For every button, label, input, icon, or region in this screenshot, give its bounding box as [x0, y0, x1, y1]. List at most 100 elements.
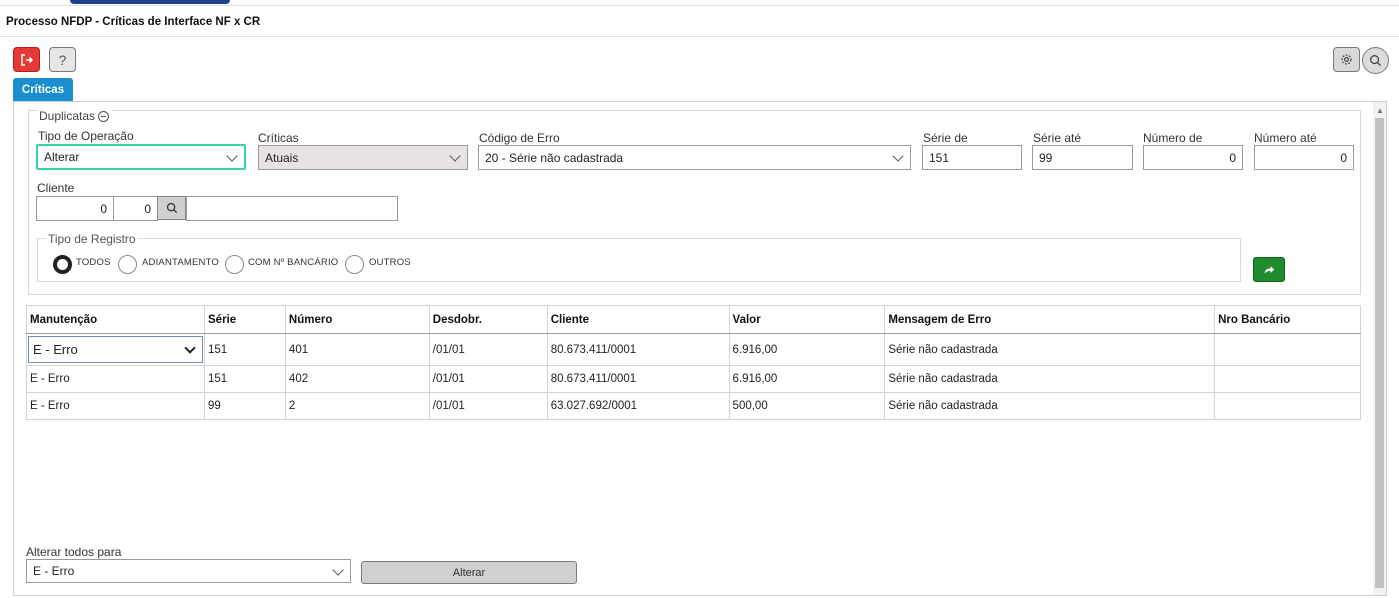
table-row[interactable]: E - Erro 151 401 /01/01 80.673.411/0001 …	[26, 333, 1361, 366]
cell-nro-bancario	[1214, 392, 1361, 420]
alterar-todos-value: E - Erro	[33, 564, 75, 578]
chevron-down-icon	[449, 150, 461, 162]
col-header-cliente[interactable]: Cliente	[546, 305, 730, 334]
criticas-select[interactable]: Atuais	[258, 145, 468, 170]
cell-mensagem: Série não cadastrada	[884, 392, 1216, 420]
scrollbar-thumb[interactable]	[1375, 118, 1384, 588]
numero-de-label: Número de	[1143, 131, 1203, 145]
cell-desdobr: /01/01	[428, 392, 548, 420]
numero-de-input[interactable]: 0	[1143, 145, 1243, 170]
tipo-operacao-select[interactable]: Alterar	[36, 144, 246, 170]
tipo-registro-legend: Tipo de Registro	[46, 232, 138, 246]
col-header-valor[interactable]: Valor	[728, 305, 886, 334]
numero-ate-input[interactable]: 0	[1254, 145, 1354, 170]
serie-ate-input[interactable]: 99	[1032, 145, 1133, 170]
cell-mensagem: Série não cadastrada	[884, 333, 1216, 366]
global-search-button[interactable]	[1362, 47, 1389, 74]
serie-de-input[interactable]: 151	[922, 145, 1022, 170]
criticas-label: Críticas	[258, 131, 299, 145]
col-header-desdobr[interactable]: Desdobr.	[428, 305, 548, 334]
radio-outros[interactable]	[345, 255, 364, 274]
gear-icon	[1341, 54, 1352, 65]
cell-desdobr: /01/01	[428, 333, 548, 366]
cliente-label: Cliente	[37, 181, 75, 195]
share-arrow-icon	[1264, 265, 1275, 273]
cell-cliente: 80.673.411/0001	[546, 365, 730, 393]
radio-com-bancario[interactable]	[225, 255, 244, 274]
codigo-erro-value: 20 - Série não cadastrada	[485, 150, 624, 165]
cell-serie: 151	[204, 365, 286, 393]
table-row[interactable]: E - Erro 151 402 /01/01 80.673.411/0001 …	[26, 365, 1361, 393]
cell-cliente: 80.673.411/0001	[546, 333, 730, 366]
numero-de-value: 0	[1229, 150, 1236, 165]
chevron-down-icon	[184, 342, 196, 354]
cell-cliente: 63.027.692/0001	[546, 392, 730, 420]
cell-manutencao[interactable]: E - Erro	[26, 333, 205, 366]
help-icon: ?	[58, 51, 67, 68]
settings-button[interactable]	[1333, 47, 1360, 72]
serie-ate-value: 99	[1039, 150, 1053, 165]
cliente-search-button[interactable]	[157, 196, 186, 220]
manutencao-select[interactable]: E - Erro	[28, 336, 203, 363]
cell-numero: 401	[284, 333, 430, 366]
col-header-numero[interactable]: Número	[284, 305, 430, 334]
cliente-name-input[interactable]	[186, 196, 398, 221]
cliente-code1-value: 0	[100, 201, 107, 216]
numero-ate-label: Número até	[1254, 131, 1317, 145]
cell-valor: 500,00	[728, 392, 886, 420]
search-icon	[1370, 55, 1382, 67]
cell-valor: 6.916,00	[728, 365, 886, 393]
cell-nro-bancario	[1214, 333, 1361, 366]
execute-button[interactable]	[1253, 257, 1285, 282]
codigo-erro-label: Código de Erro	[479, 131, 560, 145]
alterar-todos-select[interactable]: E - Erro	[26, 559, 351, 583]
serie-de-value: 151	[929, 150, 950, 165]
cliente-code2-input[interactable]: 0	[113, 196, 158, 221]
cell-desdobr: /01/01	[428, 365, 548, 393]
serie-de-label: Série de	[923, 131, 968, 145]
title-bar: Processo NFDP - Críticas de Interface NF…	[0, 5, 1399, 37]
logo-fragment	[70, 0, 230, 4]
radio-outros-label[interactable]: OUTROS	[369, 257, 411, 268]
serie-ate-label: Série até	[1033, 131, 1082, 145]
scroll-up-icon[interactable]: ▲	[1376, 106, 1384, 115]
duplicatas-legend[interactable]: Duplicatas	[37, 109, 112, 123]
exit-button[interactable]	[13, 47, 40, 72]
cell-serie: 99	[204, 392, 286, 420]
cliente-code1-input[interactable]: 0	[36, 196, 114, 221]
cell-numero: 2	[284, 392, 430, 420]
vertical-scrollbar[interactable]: ▲	[1373, 102, 1386, 595]
manutencao-value: E - Erro	[33, 342, 78, 357]
col-header-serie[interactable]: Série	[204, 305, 286, 334]
radio-todos[interactable]	[53, 255, 72, 274]
chevron-down-icon	[226, 150, 238, 162]
search-icon	[166, 202, 177, 214]
alterar-button[interactable]: Alterar	[361, 561, 577, 584]
tipo-operacao-label: Tipo de Operação	[38, 129, 134, 143]
help-button[interactable]: ?	[49, 47, 76, 72]
cell-nro-bancario	[1214, 365, 1361, 393]
duplicatas-label: Duplicatas	[39, 109, 96, 123]
radio-com-bancario-label[interactable]: COM Nº BANCÁRIO	[248, 257, 338, 268]
radio-todos-label[interactable]: TODOS	[76, 257, 111, 268]
numero-ate-value: 0	[1340, 150, 1347, 165]
col-header-manutencao[interactable]: Manutenção	[26, 305, 205, 334]
cell-manutencao[interactable]: E - Erro	[26, 365, 205, 393]
collapse-icon[interactable]	[98, 110, 110, 122]
criticas-value: Atuais	[265, 150, 299, 165]
chevron-down-icon	[332, 564, 344, 576]
alterar-todos-label: Alterar todos para	[26, 545, 122, 559]
tab-criticas[interactable]: Críticas	[13, 78, 73, 101]
table-row[interactable]: E - Erro 99 2 /01/01 63.027.692/0001 500…	[26, 392, 1361, 420]
errors-table: Manutenção Série Número Desdobr. Cliente…	[26, 305, 1361, 420]
table-header-row: Manutenção Série Número Desdobr. Cliente…	[26, 305, 1361, 334]
col-header-mensagem[interactable]: Mensagem de Erro	[884, 305, 1216, 334]
col-header-nro-bancario[interactable]: Nro Bancário	[1214, 305, 1361, 334]
cell-manutencao[interactable]: E - Erro	[26, 392, 205, 420]
cell-serie: 151	[204, 333, 286, 366]
radio-adiantamento-label[interactable]: ADIANTAMENTO	[142, 257, 219, 268]
radio-adiantamento[interactable]	[118, 255, 137, 274]
tipo-operacao-value: Alterar	[44, 150, 80, 164]
codigo-erro-select[interactable]: 20 - Série não cadastrada	[478, 145, 911, 170]
page-title: Processo NFDP - Críticas de Interface NF…	[6, 16, 261, 28]
